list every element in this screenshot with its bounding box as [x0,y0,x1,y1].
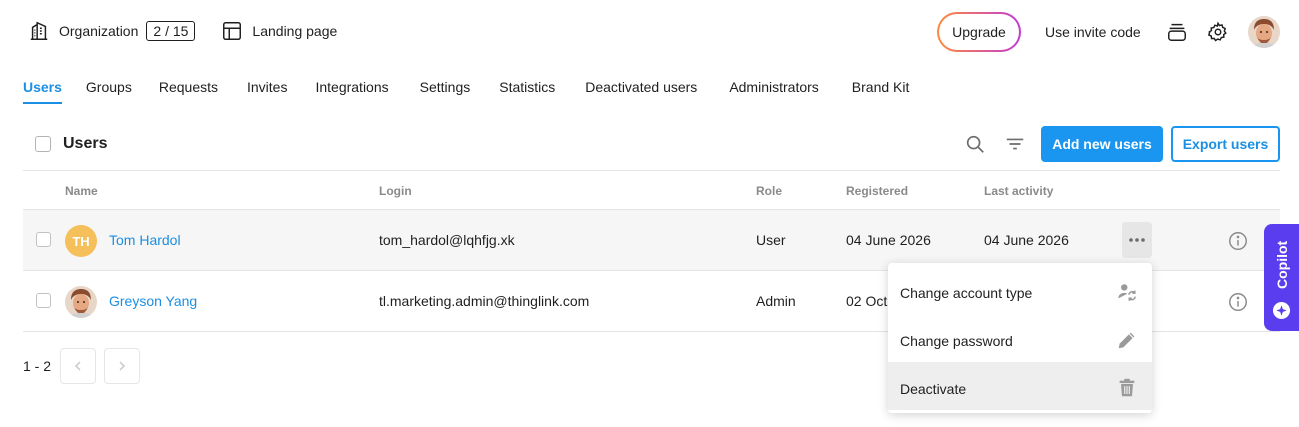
chevron-right-icon [119,361,126,371]
tab-brand-kit[interactable]: Brand Kit [852,79,910,104]
stack-icon[interactable] [1166,21,1188,43]
user-login: tl.marketing.admin@thinglink.com [379,293,590,309]
layout-icon [223,22,242,40]
pencil-icon [1118,332,1135,349]
search-icon[interactable] [964,133,986,155]
building-icon [30,21,48,40]
users-section-title: Users [63,135,108,152]
gear-icon[interactable] [1207,21,1229,43]
chevron-left-icon [74,361,81,371]
more-horizontal-icon [1129,238,1145,242]
tab-statistics[interactable]: Statistics [499,79,555,104]
avatar: TH [65,225,97,257]
user-avatar[interactable] [1248,16,1280,48]
add-new-users-button[interactable]: Add new users [1041,126,1163,162]
tab-settings[interactable]: Settings [420,79,471,104]
user-role: Admin [756,293,796,309]
column-header-registered[interactable]: Registered [846,184,908,198]
pagination-next-button[interactable] [104,348,140,384]
user-name-link[interactable]: Greyson Yang [109,293,197,309]
avatar [65,286,97,318]
menu-item-label: Change password [900,333,1013,349]
tab-deactivated-users[interactable]: Deactivated users [585,79,697,104]
use-invite-code-link[interactable]: Use invite code [1045,24,1141,40]
avatar-photo-icon [1248,16,1280,48]
column-header-login[interactable]: Login [379,184,412,198]
top-bar: Organization 2 / 15 Landing page Upgrade… [0,0,1299,64]
user-role: User [756,232,786,248]
row-checkbox[interactable] [36,293,51,308]
row-checkbox[interactable] [36,232,51,247]
info-icon[interactable] [1227,230,1249,252]
copilot-button[interactable]: Copilot [1264,224,1299,331]
menu-item-change-password[interactable]: Change password [888,314,1152,362]
menu-item-label: Change account type [900,285,1033,301]
menu-item-deactivate[interactable]: Deactivate [888,362,1152,410]
user-login: tom_hardol@lqhfjg.xk [379,232,515,248]
menu-item-change-account-type[interactable]: Change account type [888,266,1152,314]
tab-bar: Users Groups Requests Invites Integratio… [23,79,909,104]
organization-count-badge: 2 / 15 [146,21,196,41]
avatar-photo-icon [65,286,97,318]
filter-icon[interactable] [1004,133,1026,155]
column-header-name[interactable]: Name [65,184,98,198]
tab-administrators[interactable]: Administrators [729,79,818,104]
tab-requests[interactable]: Requests [159,79,218,104]
row-actions-menu: Change account type Change password Deac… [888,263,1152,413]
column-header-role[interactable]: Role [756,184,782,198]
top-bar-left: Organization 2 / 15 Landing page [28,20,337,42]
organization-button[interactable]: Organization 2 / 15 [28,20,196,42]
landing-page-label: Landing page [252,23,338,39]
tab-invites[interactable]: Invites [247,79,287,104]
pagination-prev-button[interactable] [60,348,96,384]
upgrade-button[interactable]: Upgrade [937,12,1021,52]
user-name-link[interactable]: Tom Hardol [109,232,181,248]
organization-label: Organization [59,23,139,39]
table-row[interactable]: TH Tom Hardol tom_hardol@lqhfjg.xk User … [23,210,1280,271]
row-actions-button[interactable] [1122,222,1152,258]
tab-users[interactable]: Users [23,79,62,104]
table-header: Name Login Role Registered Last activity [23,170,1280,210]
trash-icon [1119,378,1135,397]
select-all-checkbox[interactable] [35,136,51,152]
copilot-label: Copilot [1274,240,1290,290]
user-registered: 02 Oct [846,293,888,309]
landing-page-button[interactable]: Landing page [221,20,337,42]
person-swap-icon [1118,284,1136,301]
sparkle-icon [1272,301,1291,320]
tab-integrations[interactable]: Integrations [315,79,388,104]
menu-item-label: Deactivate [900,381,967,397]
info-icon[interactable] [1227,291,1249,313]
export-users-button[interactable]: Export users [1171,126,1280,162]
pagination-range: 1 - 2 [23,358,52,374]
user-registered: 04 June 2026 [846,232,931,248]
tab-groups[interactable]: Groups [86,79,132,104]
user-last-activity: 04 June 2026 [984,232,1069,248]
column-header-last-activity[interactable]: Last activity [984,184,1053,198]
